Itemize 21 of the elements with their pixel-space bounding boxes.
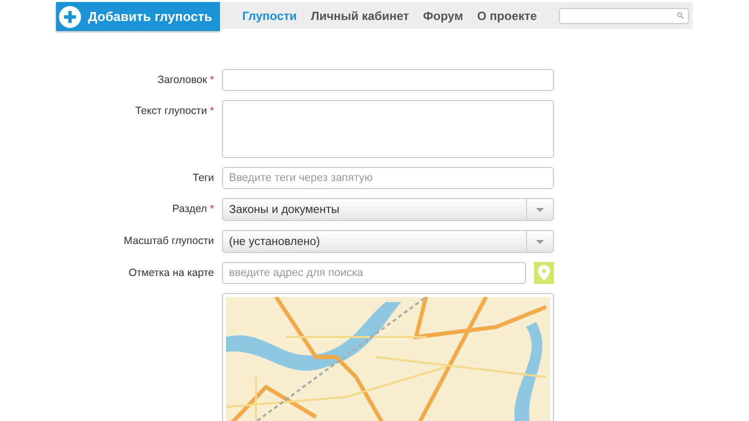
field-label: Заголовок *	[156, 73, 214, 86]
map-pin-button[interactable]	[534, 262, 554, 284]
field-label: Раздел *	[171, 202, 214, 215]
search-field[interactable]	[559, 8, 689, 24]
dropdown[interactable]: (не установлено)	[222, 230, 554, 253]
nav-link[interactable]: Личный кабинет	[310, 8, 409, 22]
map-pin-icon	[538, 265, 550, 281]
text-field[interactable]: Введите теги через запятую	[222, 167, 554, 189]
field-label: Теги	[192, 171, 214, 184]
add-button[interactable]: Добавить глупость	[56, 2, 220, 31]
plus-icon	[58, 4, 82, 28]
search-icon	[677, 12, 684, 19]
text-field[interactable]	[222, 69, 554, 91]
field-label: Масштаб глупости	[122, 234, 214, 247]
address-field[interactable]: введите адрес для поиска	[222, 262, 526, 284]
field-label: Текст глупости *	[134, 104, 214, 117]
nav-link[interactable]: О проекте	[477, 8, 537, 22]
text-area[interactable]	[222, 100, 554, 158]
nav-link[interactable]: Форум	[423, 8, 464, 22]
dropdown[interactable]: Законы и документы	[222, 198, 554, 221]
field-label: Отметка на карте	[128, 266, 214, 279]
